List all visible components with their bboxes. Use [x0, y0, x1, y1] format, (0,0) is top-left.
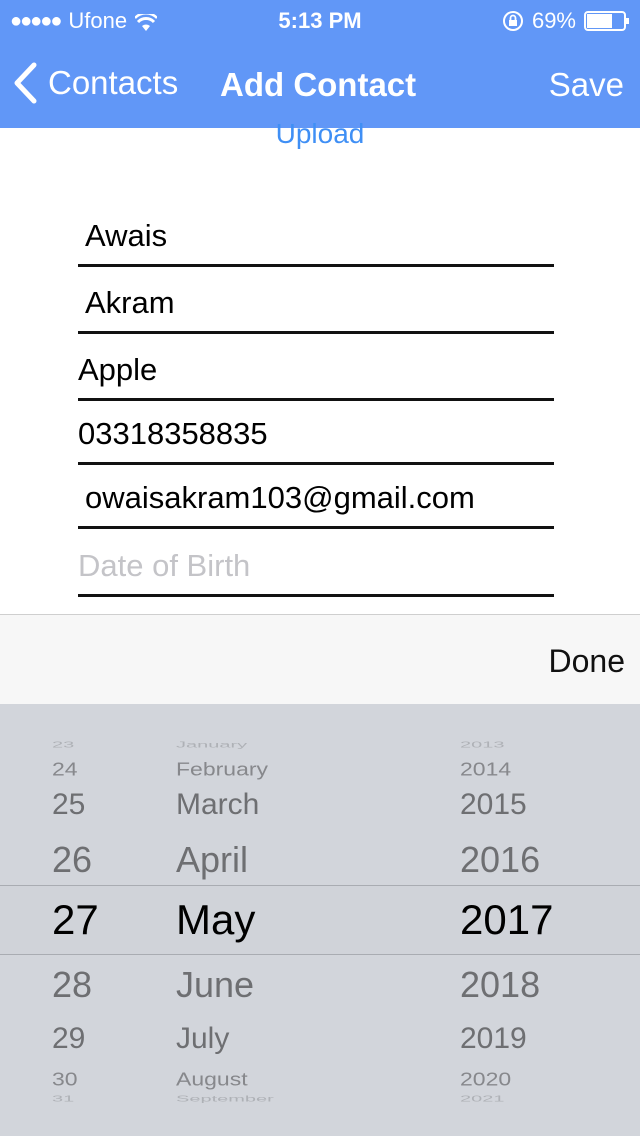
day-option[interactable]: 28 [52, 964, 92, 1006]
year-option[interactable]: 2019 [460, 1022, 527, 1056]
last-name-value: Akram [85, 285, 175, 320]
month-option[interactable]: August [176, 1069, 248, 1091]
day-option[interactable]: 25 [52, 788, 85, 822]
day-option[interactable]: 31 [52, 1095, 74, 1104]
day-option[interactable]: 23 [52, 741, 74, 750]
year-option[interactable]: 2020 [460, 1069, 511, 1091]
month-option[interactable]: March [176, 788, 259, 822]
email-field[interactable]: owaisakram103@gmail.com [78, 468, 554, 529]
email-value: owaisakram103@gmail.com [85, 480, 475, 515]
battery-icon [584, 10, 630, 32]
chevron-left-icon [12, 62, 38, 104]
back-label: Contacts [48, 64, 179, 101]
month-wheel[interactable]: January February March April May June Ju… [176, 704, 396, 1136]
navigation-bar: Contacts Add Contact Save [0, 52, 640, 116]
year-option[interactable]: 2014 [460, 759, 511, 781]
date-picker[interactable]: 23 24 25 26 27 28 29 30 31 January Febru… [0, 704, 640, 1136]
day-option[interactable]: 30 [52, 1069, 78, 1091]
month-option[interactable]: September [176, 1095, 274, 1104]
picker-toolbar: Done [0, 614, 640, 705]
day-wheel[interactable]: 23 24 25 26 27 28 29 30 31 [52, 704, 122, 1136]
year-option[interactable]: 2016 [460, 839, 540, 881]
battery-percent: 69% [531, 8, 576, 33]
upload-link[interactable]: Upload [0, 118, 640, 150]
orientation-lock-icon [502, 10, 524, 32]
month-option-selected[interactable]: May [176, 896, 255, 944]
month-option[interactable]: June [176, 964, 254, 1006]
year-option[interactable]: 2015 [460, 788, 527, 822]
month-option[interactable]: April [176, 839, 248, 881]
day-option-selected[interactable]: 27 [52, 896, 99, 944]
company-value: Apple [78, 352, 158, 387]
save-button[interactable]: Save [549, 66, 624, 104]
year-option[interactable]: 2018 [460, 964, 540, 1006]
day-option[interactable]: 29 [52, 1022, 85, 1056]
month-option[interactable]: July [176, 1022, 229, 1056]
month-option[interactable]: January [176, 741, 247, 750]
day-option[interactable]: 24 [52, 759, 78, 781]
first-name-value: Awais [85, 218, 168, 253]
phone-value: 03318358835 [78, 416, 268, 451]
done-button[interactable]: Done [549, 643, 626, 680]
date-of-birth-field[interactable]: Date of Birth [78, 536, 554, 597]
header: ●●●●● Ufone 5:13 PM 69% Contacts Add Con… [0, 0, 640, 128]
back-button[interactable]: Contacts [12, 62, 178, 104]
phone-field[interactable]: 03318358835 [78, 404, 554, 465]
year-option-selected[interactable]: 2017 [460, 896, 553, 944]
date-of-birth-placeholder: Date of Birth [78, 548, 251, 583]
page-title: Add Contact [220, 66, 417, 103]
status-bar: ●●●●● Ufone 5:13 PM 69% [0, 0, 640, 40]
year-option[interactable]: 2013 [460, 741, 505, 750]
last-name-field[interactable]: Akram [78, 273, 554, 334]
month-option[interactable]: February [176, 759, 268, 781]
company-field[interactable]: Apple [78, 340, 554, 401]
year-option[interactable]: 2021 [460, 1095, 505, 1104]
year-wheel[interactable]: 2013 2014 2015 2016 2017 2018 2019 2020 … [460, 704, 590, 1136]
first-name-field[interactable]: Awais [78, 206, 554, 267]
day-option[interactable]: 26 [52, 839, 92, 881]
